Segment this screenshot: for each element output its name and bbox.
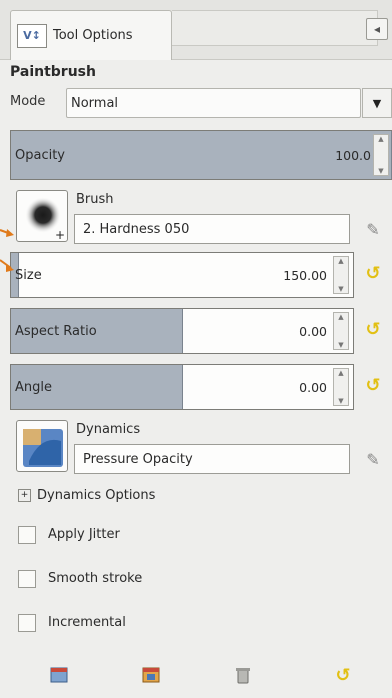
- tab-label: Tool Options: [53, 28, 133, 43]
- apply-jitter-checkbox[interactable]: [18, 526, 36, 544]
- restore-tool-preset-icon[interactable]: [140, 664, 162, 686]
- tab-strip-empty: [172, 10, 378, 46]
- angle-label: Angle: [15, 379, 52, 395]
- brush-hardness-icon: +: [25, 197, 65, 242]
- dynamics-options-expander[interactable]: + Dynamics Options: [18, 488, 155, 503]
- smooth-stroke-checkbox[interactable]: [18, 570, 36, 588]
- brush-edit-icon[interactable]: ✎: [360, 216, 386, 242]
- smooth-stroke-label: Smooth stroke: [48, 571, 143, 586]
- size-stepper-icon[interactable]: ▲ ▼: [333, 256, 349, 294]
- mode-dropdown-arrow-icon[interactable]: ▼: [362, 88, 392, 118]
- apply-jitter-label: Apply Jitter: [48, 527, 120, 542]
- incremental-checkbox[interactable]: [18, 614, 36, 632]
- reset-tool-options-icon[interactable]: ↺: [332, 664, 354, 686]
- opacity-spin-slider[interactable]: Opacity 100.0 ▲ ▼: [10, 130, 392, 180]
- tool-title: Paintbrush: [10, 64, 96, 80]
- delete-tool-preset-icon[interactable]: [232, 664, 254, 686]
- angle-spin-slider[interactable]: Angle 0.00 ▲ ▼: [10, 364, 354, 410]
- tool-options-icon: V↕: [17, 23, 47, 48]
- dynamics-label: Dynamics: [76, 422, 141, 437]
- dynamics-edit-icon[interactable]: ✎: [360, 446, 386, 472]
- brush-name-value: 2. Hardness 050: [83, 221, 190, 237]
- brush-label: Brush: [76, 192, 114, 207]
- aspect-ratio-label: Aspect Ratio: [15, 323, 97, 339]
- size-spin-slider[interactable]: Size 150.00 ▲ ▼: [10, 252, 354, 298]
- angle-stepper-icon[interactable]: ▲ ▼: [333, 368, 349, 406]
- size-reset-icon[interactable]: ↺: [362, 262, 384, 284]
- dynamics-name-value: Pressure Opacity: [83, 451, 193, 467]
- brush-preview[interactable]: +: [16, 190, 68, 242]
- dynamics-options-label: Dynamics Options: [37, 488, 156, 503]
- dynamics-icon: [23, 429, 63, 467]
- size-label: Size: [15, 267, 42, 283]
- svg-text:+: +: [55, 228, 65, 242]
- opacity-label: Opacity: [15, 147, 66, 163]
- save-tool-preset-icon[interactable]: [48, 664, 70, 686]
- aspect-ratio-spin-slider[interactable]: Aspect Ratio 0.00 ▲ ▼: [10, 308, 354, 354]
- tab-tool-options[interactable]: V↕ Tool Options: [10, 10, 172, 60]
- opacity-stepper-icon[interactable]: ▲ ▼: [373, 134, 389, 176]
- aspect-ratio-value: 0.00: [299, 323, 327, 339]
- aspect-ratio-reset-icon[interactable]: ↺: [362, 318, 384, 340]
- tab-menu-icon[interactable]: ◂: [366, 18, 388, 40]
- angle-value: 0.00: [299, 379, 327, 395]
- expander-plus-icon: +: [18, 489, 31, 502]
- aspect-ratio-stepper-icon[interactable]: ▲ ▼: [333, 312, 349, 350]
- dynamics-name-field[interactable]: Pressure Opacity: [74, 444, 350, 474]
- incremental-label: Incremental: [48, 615, 126, 630]
- size-value: 150.00: [283, 267, 327, 283]
- mode-value: Normal: [71, 95, 119, 111]
- angle-reset-icon[interactable]: ↺: [362, 374, 384, 396]
- opacity-value: 100.0: [335, 147, 371, 163]
- mode-label: Mode: [10, 94, 46, 109]
- brush-name-field[interactable]: 2. Hardness 050: [74, 214, 350, 244]
- mode-select[interactable]: Normal: [66, 88, 361, 118]
- dynamics-preview[interactable]: [16, 420, 68, 472]
- callout-arrows: [0, 229, 14, 272]
